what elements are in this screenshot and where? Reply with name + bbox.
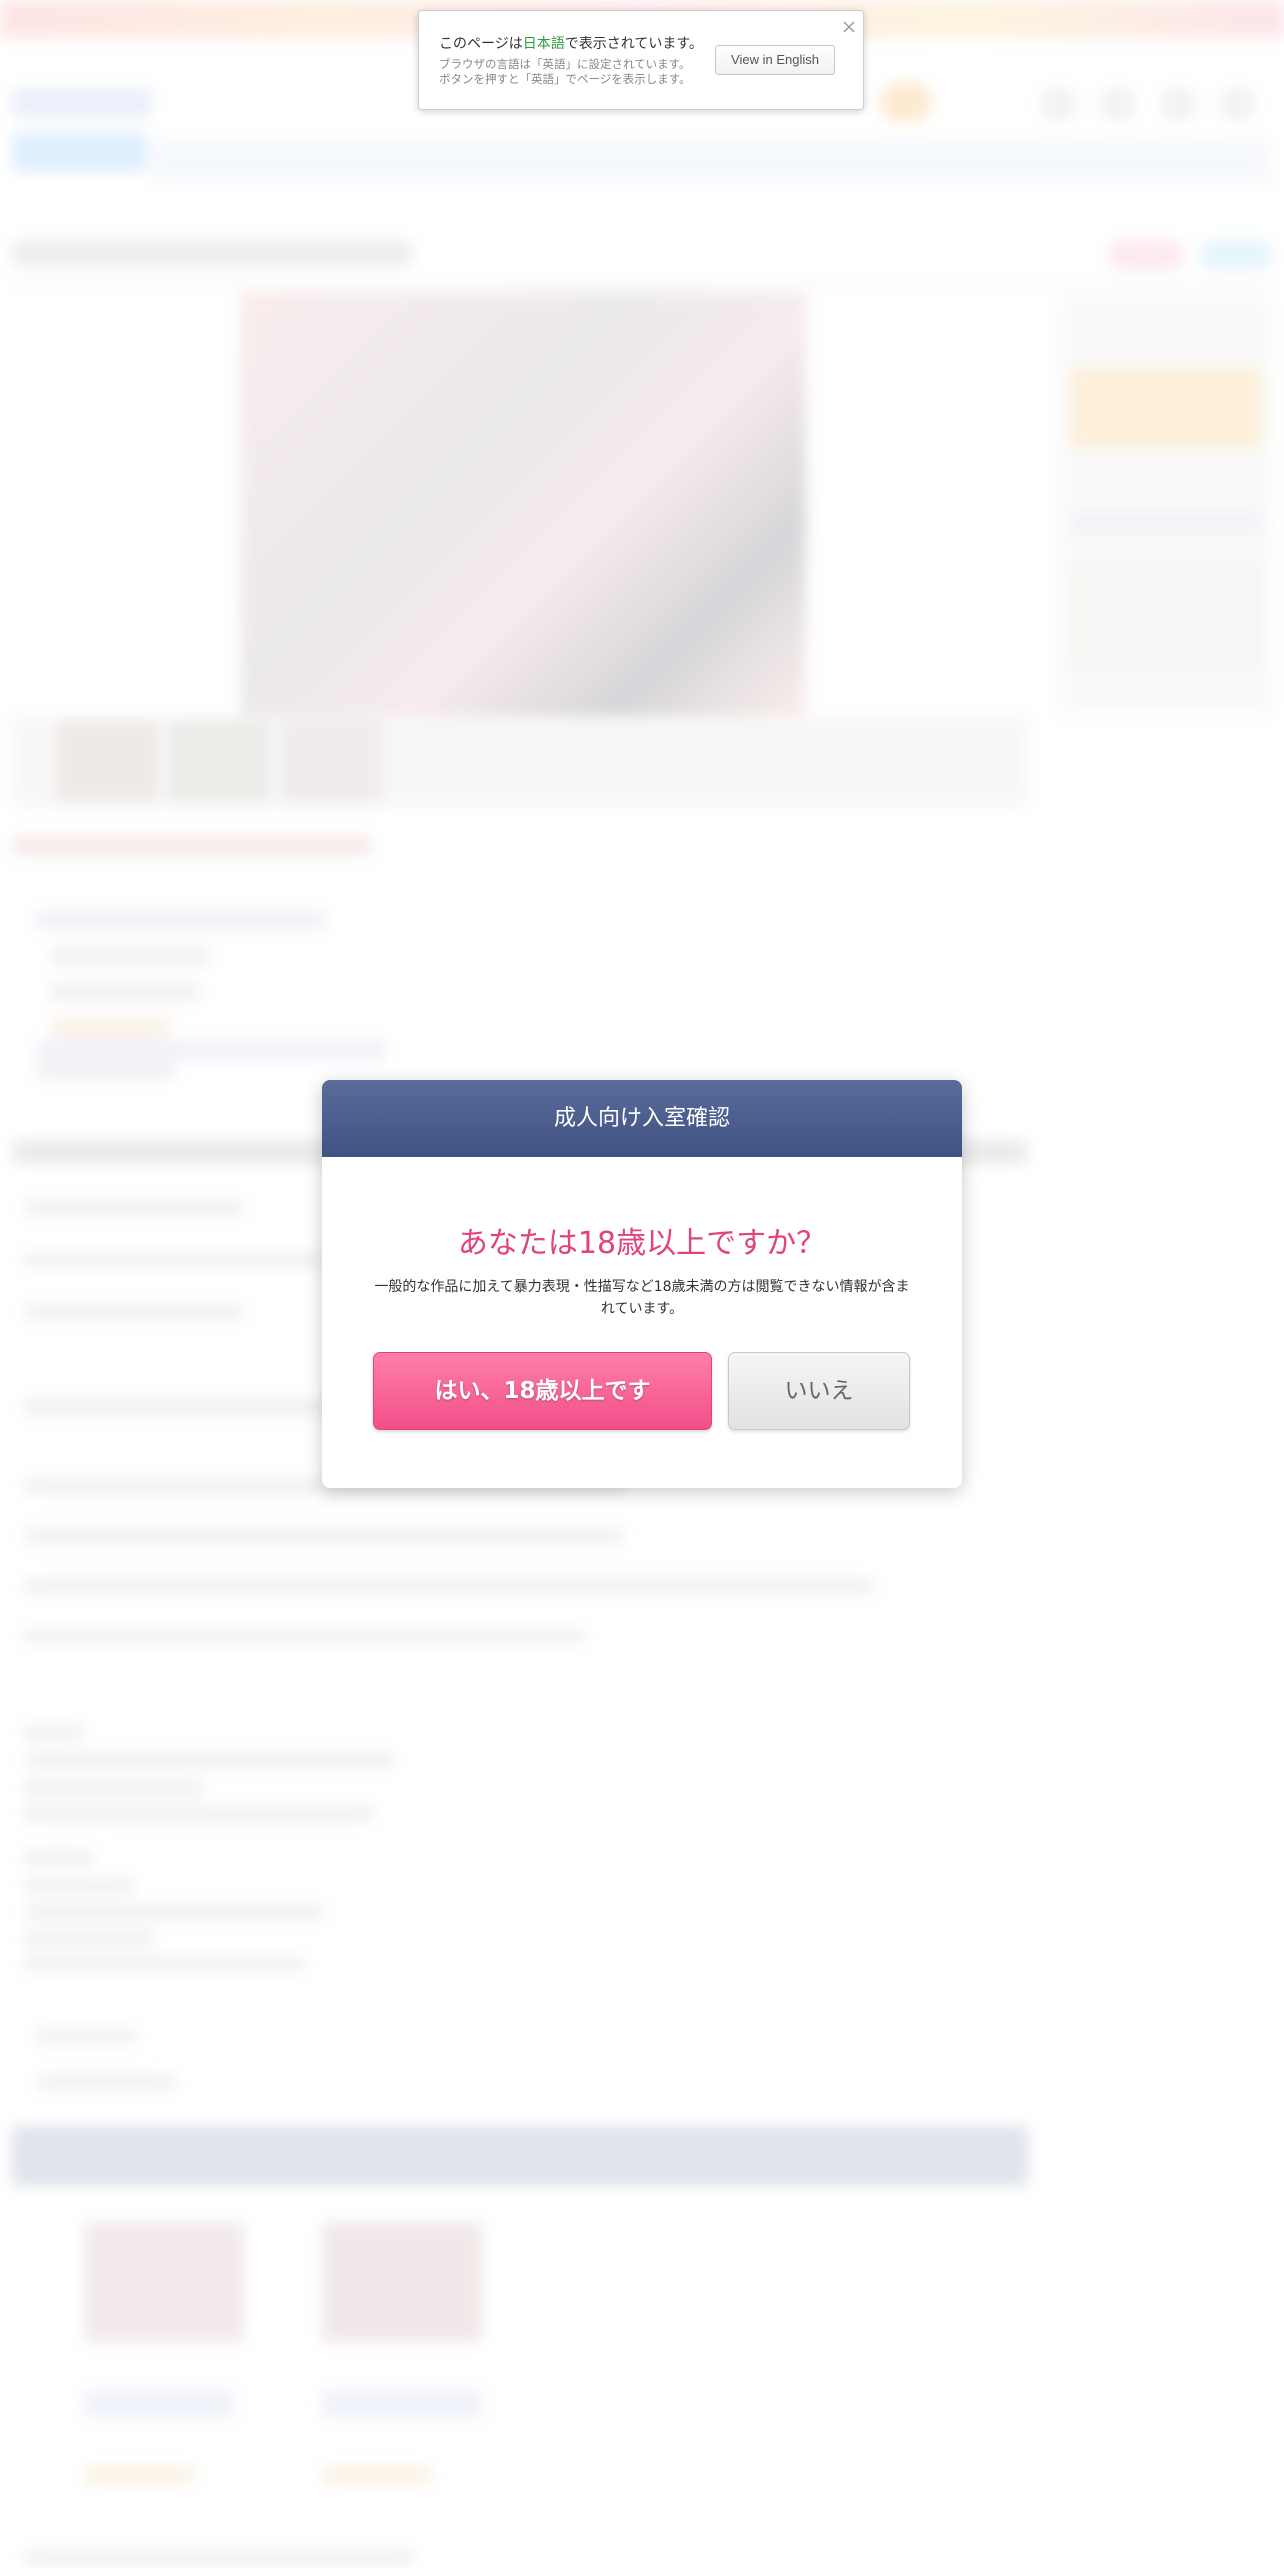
language-notice-suffix: で表示されています。 xyxy=(564,36,703,52)
language-notice-detail: ブラウザの言語は「英語」に設定されています。 ボタンを押すと「英語」でページを表… xyxy=(439,57,691,87)
age-question: あなたは18歳以上ですか？ xyxy=(457,1226,827,1261)
language-notice-prefix: このページは xyxy=(439,36,523,52)
language-notice-detail-line: ボタンを押すと「英語」でページを表示します。 xyxy=(439,72,691,86)
age-confirmation-modal: 成人向け入室確認 あなたは18歳以上ですか？ 一般的な作品に加えて暴力表現・性描… xyxy=(322,1080,962,1488)
language-notice-language: 日本語 xyxy=(522,36,565,52)
language-notice-detail-line: ブラウザの言語は「英語」に設定されています。 xyxy=(439,57,691,71)
view-in-english-button[interactable]: View in English xyxy=(715,45,835,75)
confirm-adult-button[interactable]: はい、18歳以上です xyxy=(373,1352,712,1430)
modal-title: 成人向け入室確認 xyxy=(322,1080,962,1157)
age-warning-note: 一般的な作品に加えて暴力表現・性描写など18歳未満の方は閲覧できない情報が含まれ… xyxy=(374,1279,910,1317)
language-notice-message: このページは日本語で表示されています。 xyxy=(439,33,703,53)
deny-adult-button[interactable]: いいえ xyxy=(728,1352,910,1430)
language-notice: このページは日本語で表示されています。 ブラウザの言語は「英語」に設定されていま… xyxy=(418,10,864,110)
close-icon[interactable] xyxy=(839,17,859,37)
